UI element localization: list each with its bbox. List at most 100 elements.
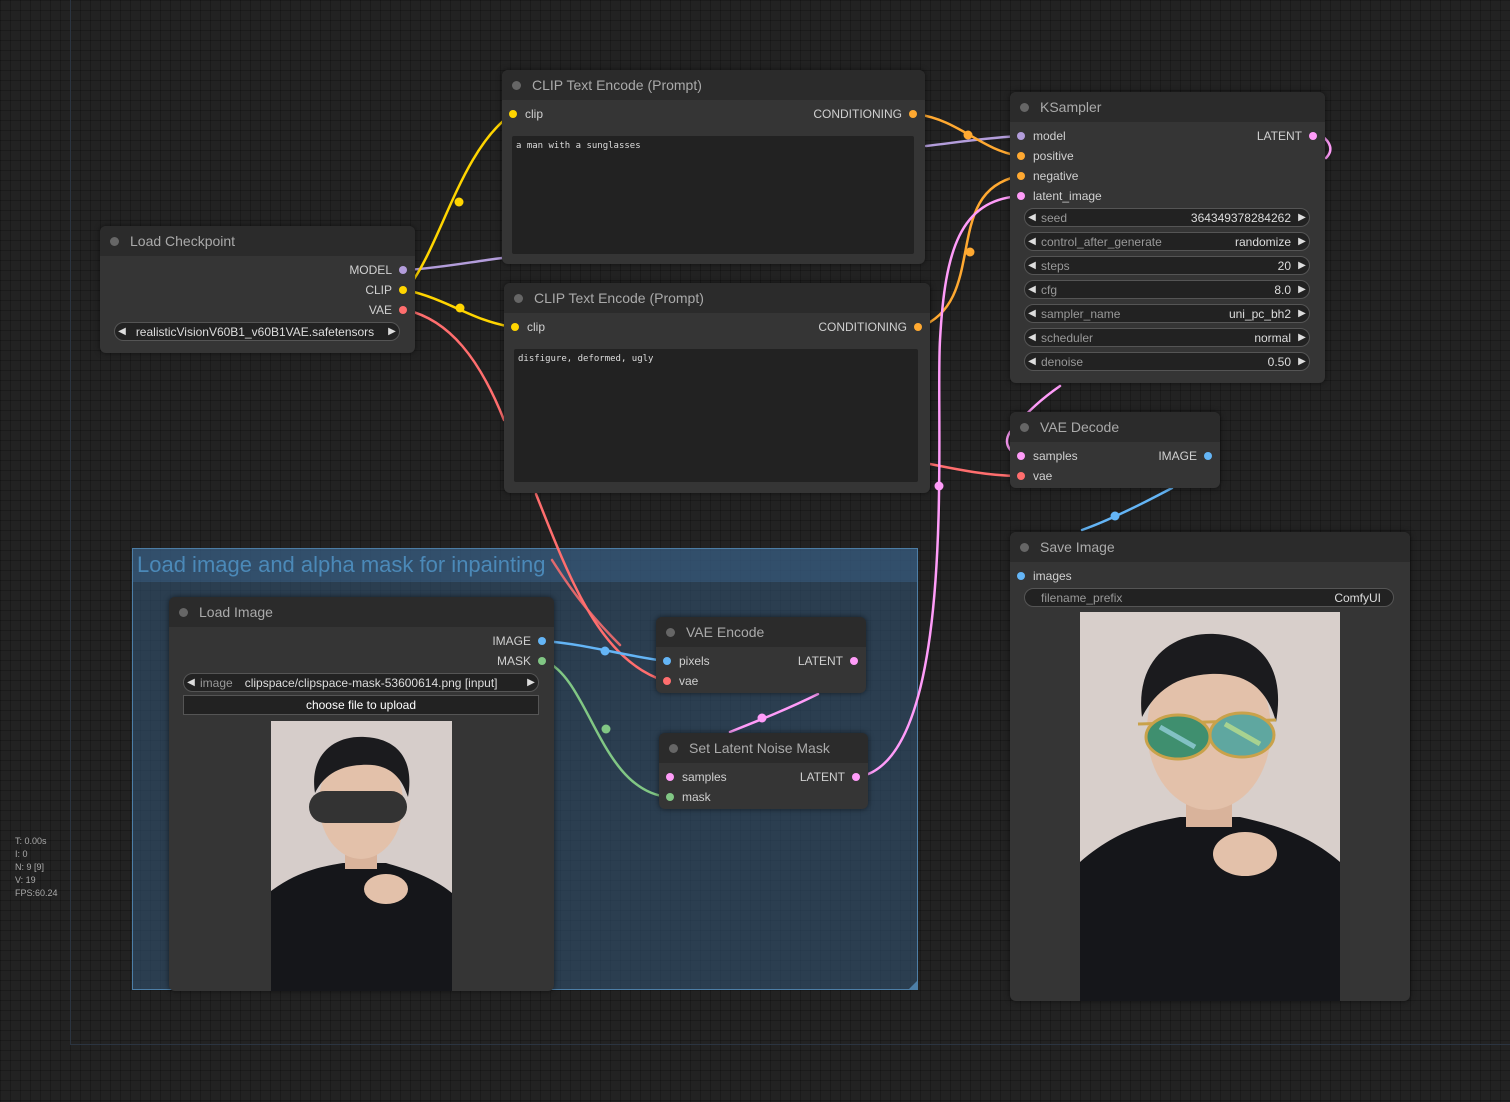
socket-latent-icon[interactable]: [852, 773, 860, 781]
widget-seed[interactable]: ◀ seed 364349378284262 ▶: [1024, 208, 1310, 227]
widget-steps[interactable]: ◀ steps 20 ▶: [1024, 256, 1310, 275]
collapse-dot-icon[interactable]: [512, 80, 521, 90]
input-clip[interactable]: clip: [511, 317, 545, 337]
socket-mask-icon[interactable]: [666, 793, 674, 801]
input-pixels[interactable]: pixels: [663, 651, 710, 671]
arrow-right-icon[interactable]: ▶: [1295, 356, 1309, 367]
socket-mask-icon[interactable]: [538, 657, 546, 665]
output-latent[interactable]: LATENT: [798, 651, 858, 671]
widget-cfg[interactable]: ◀ cfg 8.0 ▶: [1024, 280, 1310, 299]
socket-conditioning-icon[interactable]: [909, 110, 917, 118]
node-ksampler[interactable]: KSampler model LATENT positive negative …: [1010, 92, 1325, 383]
socket-conditioning-icon[interactable]: [1017, 152, 1025, 160]
arrow-right-icon[interactable]: ▶: [1295, 308, 1309, 319]
input-samples[interactable]: samples: [666, 767, 727, 787]
output-model[interactable]: MODEL: [349, 260, 407, 280]
socket-latent-icon[interactable]: [1309, 132, 1317, 140]
arrow-right-icon[interactable]: ▶: [385, 326, 399, 337]
choose-file-button[interactable]: choose file to upload: [183, 695, 539, 715]
socket-conditioning-icon[interactable]: [914, 323, 922, 331]
input-mask[interactable]: mask: [666, 787, 711, 807]
prompt-textarea[interactable]: disfigure, deformed, ugly: [514, 349, 918, 482]
arrow-right-icon[interactable]: ▶: [1295, 236, 1309, 247]
node-load-image[interactable]: Load Image IMAGE MASK ◀ image clipspace/…: [169, 597, 554, 991]
output-latent[interactable]: LATENT: [1257, 126, 1317, 146]
collapse-dot-icon[interactable]: [110, 236, 119, 246]
output-latent[interactable]: LATENT: [800, 767, 860, 787]
collapse-dot-icon[interactable]: [1020, 422, 1029, 432]
socket-model-icon[interactable]: [399, 266, 407, 274]
node-title[interactable]: KSampler: [1010, 92, 1325, 122]
output-clip[interactable]: CLIP: [365, 280, 407, 300]
socket-latent-icon[interactable]: [1017, 452, 1025, 460]
input-samples[interactable]: samples: [1017, 446, 1078, 466]
collapse-dot-icon[interactable]: [1020, 542, 1029, 552]
node-clip-text-encode-negative[interactable]: CLIP Text Encode (Prompt) clip CONDITION…: [504, 283, 930, 493]
arrow-left-icon[interactable]: ◀: [1025, 236, 1039, 247]
input-image-preview[interactable]: [271, 721, 452, 991]
socket-model-icon[interactable]: [1017, 132, 1025, 140]
output-conditioning[interactable]: CONDITIONING: [818, 317, 922, 337]
node-title[interactable]: Load Image: [169, 597, 554, 627]
socket-image-icon[interactable]: [1204, 452, 1212, 460]
node-title[interactable]: Load Checkpoint: [100, 226, 415, 256]
socket-latent-icon[interactable]: [1017, 192, 1025, 200]
widget-image[interactable]: ◀ image clipspace/clipspace-mask-5360061…: [183, 673, 539, 692]
arrow-right-icon[interactable]: ▶: [524, 677, 538, 688]
collapse-dot-icon[interactable]: [669, 743, 678, 753]
widget-sampler-name[interactable]: ◀ sampler_name uni_pc_bh2 ▶: [1024, 304, 1310, 323]
collapse-dot-icon[interactable]: [179, 607, 188, 617]
output-image-preview[interactable]: [1080, 612, 1340, 1001]
collapse-dot-icon[interactable]: [514, 293, 523, 303]
collapse-dot-icon[interactable]: [1020, 102, 1029, 112]
arrow-right-icon[interactable]: ▶: [1295, 332, 1309, 343]
collapse-dot-icon[interactable]: [666, 627, 675, 637]
arrow-left-icon[interactable]: ◀: [1025, 332, 1039, 343]
node-vae-decode[interactable]: VAE Decode samples IMAGE vae: [1010, 412, 1220, 488]
socket-vae-icon[interactable]: [1017, 472, 1025, 480]
arrow-left-icon[interactable]: ◀: [1025, 308, 1039, 319]
arrow-right-icon[interactable]: ▶: [1295, 284, 1309, 295]
input-negative[interactable]: negative: [1017, 166, 1078, 186]
input-clip[interactable]: clip: [509, 104, 543, 124]
socket-latent-icon[interactable]: [850, 657, 858, 665]
socket-clip-icon[interactable]: [399, 286, 407, 294]
node-title[interactable]: VAE Decode: [1010, 412, 1220, 442]
output-vae[interactable]: VAE: [369, 300, 407, 320]
socket-image-icon[interactable]: [538, 637, 546, 645]
arrow-left-icon[interactable]: ◀: [1025, 356, 1039, 367]
arrow-left-icon[interactable]: ◀: [1025, 212, 1039, 223]
socket-clip-icon[interactable]: [511, 323, 519, 331]
socket-clip-icon[interactable]: [509, 110, 517, 118]
input-positive[interactable]: positive: [1017, 146, 1074, 166]
node-title[interactable]: VAE Encode: [656, 617, 866, 647]
socket-image-icon[interactable]: [663, 657, 671, 665]
arrow-left-icon[interactable]: ◀: [184, 677, 198, 688]
node-set-latent-noise-mask[interactable]: Set Latent Noise Mask samples LATENT mas…: [659, 733, 868, 809]
output-mask[interactable]: MASK: [497, 651, 546, 671]
node-save-image[interactable]: Save Image images filename_prefix ComfyU…: [1010, 532, 1410, 1001]
output-image[interactable]: IMAGE: [1158, 446, 1212, 466]
socket-vae-icon[interactable]: [399, 306, 407, 314]
arrow-left-icon[interactable]: ◀: [1025, 284, 1039, 295]
arrow-left-icon[interactable]: ◀: [115, 326, 129, 337]
widget-filename-prefix[interactable]: filename_prefix ComfyUI: [1024, 588, 1394, 607]
node-title[interactable]: CLIP Text Encode (Prompt): [502, 70, 925, 100]
arrow-right-icon[interactable]: ▶: [1295, 260, 1309, 271]
socket-conditioning-icon[interactable]: [1017, 172, 1025, 180]
input-latent-image[interactable]: latent_image: [1017, 186, 1102, 206]
node-load-checkpoint[interactable]: Load Checkpoint MODEL CLIP VAE ◀ realist…: [100, 226, 415, 353]
node-title[interactable]: Save Image: [1010, 532, 1410, 562]
input-vae[interactable]: vae: [1017, 466, 1052, 486]
input-model[interactable]: model: [1017, 126, 1066, 146]
node-clip-text-encode-positive[interactable]: CLIP Text Encode (Prompt) clip CONDITION…: [502, 70, 925, 264]
node-vae-encode[interactable]: VAE Encode pixels LATENT vae: [656, 617, 866, 693]
output-image[interactable]: IMAGE: [492, 631, 546, 651]
arrow-left-icon[interactable]: ◀: [1025, 260, 1039, 271]
input-images[interactable]: images: [1017, 566, 1072, 586]
ckpt-name-combo[interactable]: ◀ realisticVisionV60B1_v60B1VAE.safetens…: [114, 322, 400, 341]
prompt-textarea[interactable]: a man with a sunglasses: [512, 136, 914, 254]
widget-scheduler[interactable]: ◀ scheduler normal ▶: [1024, 328, 1310, 347]
node-title[interactable]: CLIP Text Encode (Prompt): [504, 283, 930, 313]
input-vae[interactable]: vae: [663, 671, 698, 691]
